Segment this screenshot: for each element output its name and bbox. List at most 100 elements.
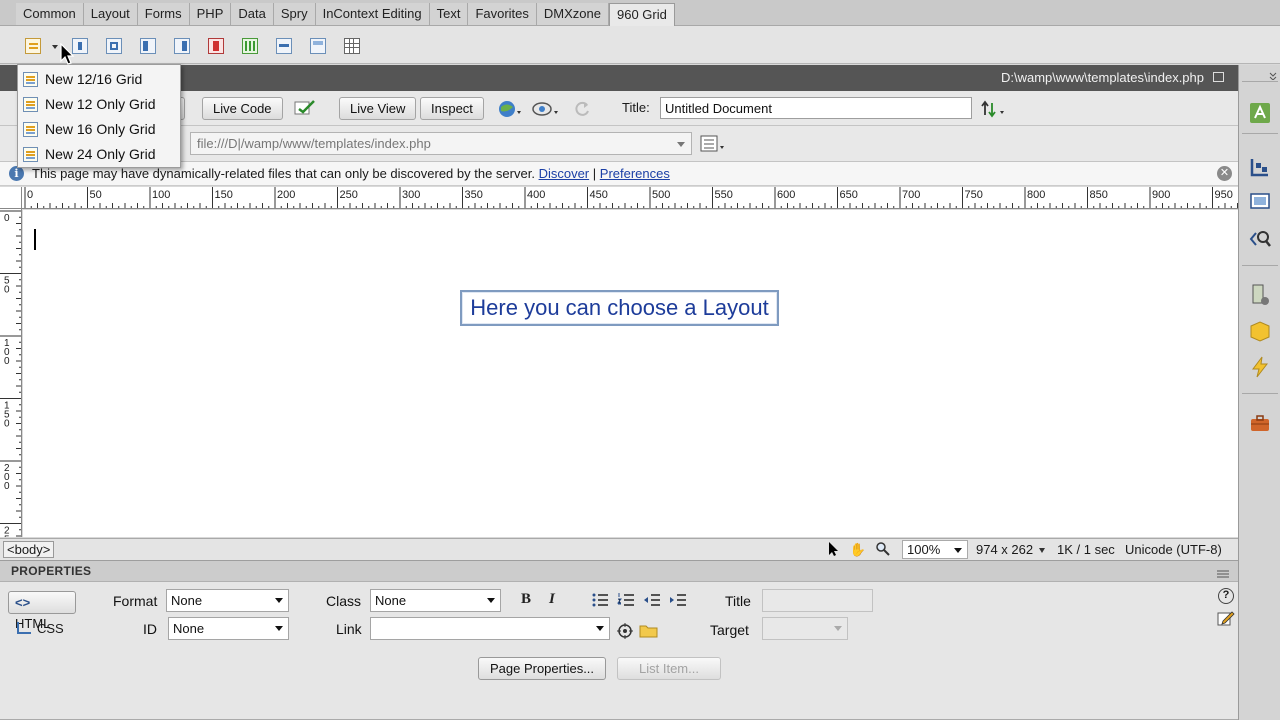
ruler-label: 0 — [4, 213, 10, 224]
body-tag-selector[interactable]: <body> — [3, 541, 55, 558]
ruler-label: 300 — [402, 189, 420, 201]
insert-div-icon[interactable] — [105, 37, 123, 55]
indent-icon[interactable] — [669, 592, 687, 608]
hand-tool-icon[interactable]: ✋ — [849, 541, 867, 558]
databases-panel-icon[interactable] — [1248, 283, 1272, 307]
view-options-icon[interactable] — [700, 134, 728, 154]
ruler-label: 150 — [215, 189, 233, 201]
insert-tab[interactable]: Favorites — [468, 3, 537, 25]
insert-columns-icon[interactable] — [241, 37, 259, 55]
select-tool-icon[interactable] — [824, 541, 842, 558]
grid-menu-item[interactable]: New 12/16 Grid — [18, 67, 180, 92]
grid-layout-icon[interactable] — [24, 37, 42, 55]
page-properties-button[interactable]: Page Properties... — [478, 657, 606, 680]
italic-button[interactable]: I — [549, 591, 555, 608]
grid-layout-menu: New 12/16 Grid New 12 Only Grid New 16 Onl… — [17, 64, 181, 168]
quick-tag-editor-icon[interactable] — [1217, 609, 1235, 627]
assets-panel-icon[interactable] — [1248, 319, 1272, 343]
tag-inspector-panel-icon[interactable] — [1248, 227, 1272, 251]
address-bar: file:///D|/wamp/www/templates/index.php — [0, 126, 1238, 162]
check-compat-icon[interactable] — [292, 99, 318, 118]
zoom-tool-icon[interactable] — [874, 541, 892, 558]
insert-column-left-icon[interactable] — [139, 37, 157, 55]
point-to-file-icon[interactable] — [617, 623, 633, 639]
panel-menu-icon[interactable] — [1216, 567, 1230, 578]
inspect-button[interactable]: Inspect — [420, 97, 484, 120]
ruler-label: 400 — [527, 189, 545, 201]
collapse-icon[interactable] — [1268, 68, 1278, 81]
insert-tab[interactable]: Data — [231, 3, 274, 25]
ap-elements-panel-icon[interactable] — [1248, 189, 1272, 213]
ruler-label: 950 — [1215, 189, 1233, 201]
restore-window-icon[interactable] — [1213, 72, 1224, 82]
insert-row-icon[interactable] — [275, 37, 293, 55]
link-label: Link — [336, 621, 362, 637]
insert-table-icon[interactable] — [343, 37, 361, 55]
live-view-button[interactable]: Live View — [339, 97, 417, 120]
css-mode-button[interactable]: CSS — [17, 621, 64, 636]
address-input[interactable]: file:///D|/wamp/www/templates/index.php — [190, 132, 692, 155]
insert-tab[interactable]: Common — [16, 3, 84, 25]
window-size-select[interactable]: 974 x 262 — [976, 542, 1045, 557]
snippets-panel-icon[interactable] — [1248, 411, 1272, 435]
close-icon[interactable]: ✕ — [1217, 166, 1232, 181]
design-canvas[interactable]: Here you can choose a Layout — [23, 210, 1238, 537]
insert-tab[interactable]: Text — [429, 3, 469, 25]
class-value: None — [375, 593, 407, 608]
live-code-button[interactable]: Live Code — [202, 97, 283, 120]
ruler-corner[interactable] — [0, 187, 22, 209]
insert-tab[interactable]: Forms — [137, 3, 190, 25]
css-styles-panel-icon[interactable] — [1248, 155, 1272, 179]
behaviors-panel-icon[interactable] — [1248, 355, 1272, 379]
discover-link[interactable]: Discover — [539, 166, 590, 181]
browse-folder-icon[interactable] — [639, 623, 659, 639]
insert-panel-icon[interactable] — [1248, 101, 1272, 125]
id-select[interactable]: None — [168, 617, 289, 640]
properties-title: PROPERTIES — [11, 564, 92, 578]
insert-column-right-icon[interactable] — [173, 37, 191, 55]
help-icon[interactable]: ? — [1218, 588, 1234, 604]
refresh-icon[interactable] — [572, 99, 592, 119]
outdent-icon[interactable] — [643, 592, 661, 608]
ordered-list-icon[interactable] — [617, 592, 635, 608]
panel-dock-strip — [1238, 65, 1280, 720]
grid-menu-item[interactable]: New 16 Only Grid — [18, 117, 180, 142]
css-icon — [17, 622, 31, 634]
preview-browser-icon[interactable] — [497, 99, 523, 119]
class-select[interactable]: None — [370, 589, 501, 612]
insert-tab[interactable]: PHP — [189, 3, 232, 25]
grid-layout-icon — [23, 97, 38, 112]
mouse-cursor-icon — [60, 43, 75, 65]
insert-tab[interactable]: Spry — [273, 3, 316, 25]
grid-dropdown-arrow-icon[interactable] — [52, 45, 58, 49]
insert-tab[interactable]: DMXzone — [536, 3, 609, 25]
insert-tab[interactable]: InContext Editing — [315, 3, 430, 25]
insert-tab[interactable]: 960 Grid — [608, 3, 675, 26]
zoom-select[interactable]: 100% — [902, 540, 968, 559]
chevron-down-icon[interactable] — [677, 142, 685, 147]
insert-box-icon[interactable] — [309, 37, 327, 55]
format-value: None — [171, 593, 203, 608]
grid-menu-item-label: New 12/16 Grid — [45, 71, 143, 87]
grid-menu-item[interactable]: New 12 Only Grid — [18, 92, 180, 117]
link-input[interactable] — [370, 617, 610, 640]
unordered-list-icon[interactable] — [591, 592, 609, 608]
ruler-label: 0 — [27, 189, 33, 201]
ruler-label: 350 — [465, 189, 483, 201]
format-select[interactable]: None — [166, 589, 289, 612]
document-title-input[interactable] — [660, 97, 972, 119]
file-management-icon[interactable] — [980, 99, 1008, 119]
download-size: 1K / 1 sec — [1057, 542, 1115, 557]
insert-tab[interactable]: Layout — [83, 3, 138, 25]
bold-button[interactable]: B — [521, 591, 531, 608]
grid-menu-item[interactable]: New 24 Only Grid — [18, 142, 180, 167]
visual-aids-icon[interactable] — [530, 99, 560, 119]
properties-panel-header[interactable]: PROPERTIES — [0, 560, 1238, 582]
html-mode-button[interactable]: <> HTML — [8, 591, 76, 631]
insert-clear-icon[interactable] — [207, 37, 225, 55]
target-select — [762, 617, 848, 640]
document-toolbar: Live Code Live View Inspect Title: — [0, 91, 1238, 126]
preferences-link[interactable]: Preferences — [600, 166, 670, 181]
ruler-label: 150 — [4, 401, 10, 430]
list-item-button: List Item... — [617, 657, 721, 680]
